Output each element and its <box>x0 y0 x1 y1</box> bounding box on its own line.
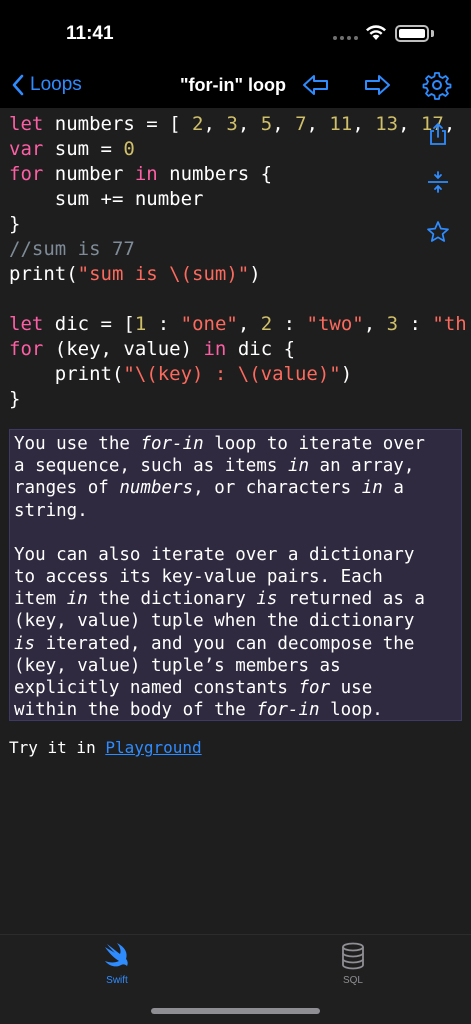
description-paragraph-1: You use the for-in loop to iterate over … <box>14 434 425 521</box>
previous-arrow-button[interactable] <box>301 70 331 100</box>
share-icon <box>430 122 446 145</box>
star-icon <box>427 221 449 242</box>
database-icon <box>342 942 364 970</box>
settings-button[interactable] <box>422 70 452 100</box>
favorite-button[interactable] <box>426 220 450 244</box>
code-editor[interactable]: let numbers = [ 2, 3, 5, 7, 11, 13, 17, … <box>0 108 471 420</box>
tab-sql-label: SQL <box>342 975 363 986</box>
code-line-9: let dic = [1 : "one", 2 : "two", 3 : "th <box>9 313 467 335</box>
collapse-button[interactable] <box>426 170 450 194</box>
arrow-left-icon <box>303 75 328 95</box>
playground-link[interactable]: Playground <box>105 738 201 757</box>
back-button-label: Loops <box>30 74 82 95</box>
code-line-11: print("\(key) : \(value)") <box>9 363 353 385</box>
gear-icon <box>422 72 452 100</box>
battery-icon <box>395 25 429 42</box>
signal-dots-icon <box>333 36 358 40</box>
home-indicator <box>151 1008 320 1014</box>
navigation-bar: Loops "for-in" loop <box>0 62 471 108</box>
next-arrow-button[interactable] <box>362 70 392 100</box>
tab-swift-label: Swift <box>106 975 128 986</box>
code-line-12: } <box>9 388 21 410</box>
code-line-5: } <box>9 213 21 235</box>
wifi-icon <box>366 25 386 40</box>
share-button[interactable] <box>426 122 450 146</box>
tab-swift[interactable]: Swift <box>57 941 177 993</box>
description-paragraph-2: You can also iterate over a dictionary t… <box>14 544 425 721</box>
code-line-7: print("sum is \(sum)") <box>9 263 261 285</box>
playground-line: Try it in Playground <box>9 738 202 757</box>
arrow-right-icon <box>365 75 390 95</box>
code-line-4: sum += number <box>9 188 204 210</box>
page-title: "for-in" loop <box>179 75 287 95</box>
swift-icon <box>105 943 128 967</box>
code-line-1: let numbers = [ 2, 3, 5, 7, 11, 13, 17, <box>9 113 456 135</box>
collapse-vertical-icon <box>428 171 448 193</box>
code-line-10: for (key, value) in dic { <box>9 338 296 360</box>
code-line-3: for number in numbers { <box>9 163 273 185</box>
back-button[interactable]: Loops <box>10 70 82 100</box>
chevron-left-icon <box>12 74 24 96</box>
playground-prefix: Try it in <box>9 738 106 757</box>
code-comment-line: //sum is 77 <box>9 238 135 260</box>
status-bar: 11:41 <box>0 0 471 62</box>
code-line-2: var sum = 0 <box>9 138 135 160</box>
description-box: You use the for-in loop to iterate over … <box>9 429 462 721</box>
tab-sql[interactable]: SQL <box>293 941 413 993</box>
status-time: 11:41 <box>66 23 114 44</box>
battery-tip <box>431 30 434 37</box>
